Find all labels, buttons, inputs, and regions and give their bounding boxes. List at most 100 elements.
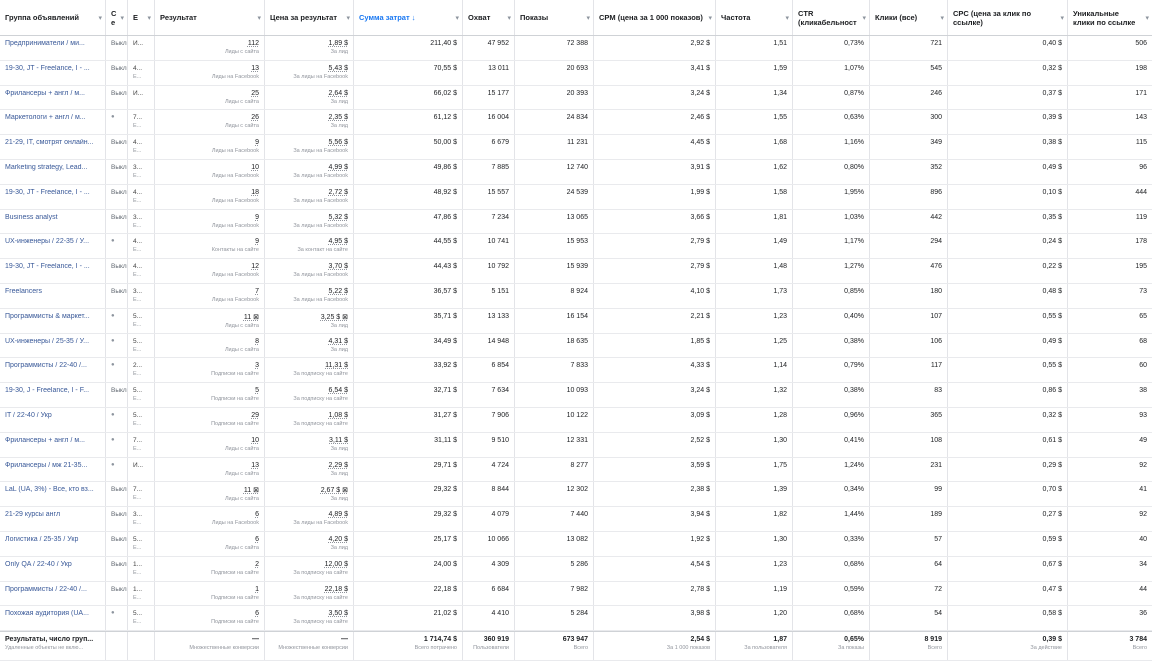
clicks-value: 246 — [930, 89, 942, 97]
spend-cell: 32,71 $ — [354, 383, 463, 407]
cost-per-result-label: За лид — [330, 123, 348, 130]
total-cpc-cell: 0,39 $ За действие — [948, 632, 1068, 661]
column-header-2[interactable]: С е ▾ — [106, 0, 128, 35]
budget-cell: 4... Е... — [128, 135, 155, 159]
chevron-down-icon[interactable]: ▾ — [120, 14, 124, 23]
cpc-cell: 0,70 $ — [948, 482, 1068, 507]
ad-set-name-link[interactable]: 19-30, J - Freelance, I - F... — [5, 387, 100, 394]
frequency-value: 1,32 — [773, 387, 787, 395]
chevron-down-icon[interactable]: ▾ — [455, 14, 459, 23]
ad-set-name-link[interactable]: UX-инженеры / 25-35 / У... — [5, 338, 100, 345]
ad-set-name-link[interactable]: Freelancers — [5, 288, 100, 295]
column-header-6[interactable]: Сумма затрат ↓ ▾ — [354, 0, 463, 35]
reach-cell: 13 011 — [463, 60, 515, 85]
spend-cell: 44,43 $ — [354, 259, 463, 283]
delivery-status: Выкл — [111, 163, 127, 171]
column-header-5[interactable]: Цена за результат ▾ — [265, 0, 354, 35]
ad-set-name-link[interactable]: Логистика / 25-35 / Укр — [5, 536, 100, 543]
ad-set-name-link[interactable]: 19-30, JT - Freelance, I - ... — [5, 263, 100, 270]
column-header-10[interactable]: Частота ▾ — [716, 0, 793, 35]
cost-per-result-cell: 2,72 $ За лиды на Facebook — [265, 184, 354, 209]
unique-clicks-value: 44 — [1139, 585, 1147, 593]
clicks-value: 300 — [930, 114, 942, 122]
cpc-value: 0,40 $ — [1042, 40, 1062, 47]
column-header-14[interactable]: Уникальные клики по ссылке ▾ — [1068, 0, 1152, 35]
ad-set-name-link[interactable]: Marketing strategy, Lead... — [5, 164, 100, 171]
result-label: Лиды с сайта — [224, 470, 259, 477]
ad-set-name-link[interactable]: Похожая аудитория (UA... — [5, 610, 100, 617]
ad-set-name-link[interactable]: Предприниматели / ми... — [5, 40, 100, 47]
ctr-value: 0,96% — [844, 411, 864, 419]
ad-set-name-link[interactable]: Маркетологи + англ / м... — [5, 114, 100, 121]
budget-line-1: 5... — [133, 535, 143, 543]
impressions-value: 12 331 — [566, 436, 588, 444]
ad-set-name-link[interactable]: 19-30, JT - Freelance, I - ... — [5, 65, 100, 72]
chevron-down-icon[interactable]: ▾ — [708, 14, 712, 23]
budget-line-2: Е... — [133, 272, 142, 279]
ad-set-name-link[interactable]: Программисты / 22-40 /... — [5, 362, 100, 369]
ad-set-name-link[interactable]: LaL (UA, 3%) - Все, кто вз... — [5, 486, 100, 493]
chevron-down-icon[interactable]: ▾ — [785, 14, 789, 23]
ad-set-name-link[interactable]: 21-29 курсы англ — [5, 511, 100, 518]
budget-line-2: Е... — [133, 222, 142, 229]
clicks-cell: 231 — [870, 457, 948, 482]
result-label: Подписки на сайте — [211, 371, 259, 378]
column-header-11[interactable]: CTR (кликабельност ▾ — [793, 0, 870, 35]
unique-clicks-cell: 92 — [1068, 458, 1152, 482]
cost-per-result-label: За подписку на сайте — [293, 569, 348, 576]
impressions-cell: 18 635 — [515, 333, 594, 358]
budget-value: 5... Е... — [133, 536, 149, 551]
delivery-status: ● — [111, 411, 115, 418]
column-header-8[interactable]: Показы ▾ — [515, 0, 594, 35]
total-unique-clicks-sub: Всего — [1132, 645, 1147, 652]
ad-set-name-link[interactable]: Only QA / 22-40 / Укр — [5, 561, 100, 568]
column-header-7[interactable]: Охват ▾ — [463, 0, 515, 35]
ad-set-name-cell: IT / 22-40 / Укр — [0, 407, 106, 432]
column-header-1[interactable]: Группа объявлений ▾ — [0, 0, 106, 35]
column-header-label: Результат — [160, 13, 197, 22]
ad-set-name-link[interactable]: Фрилансеры + англ / м... — [5, 437, 100, 444]
budget-line-1: 4... — [133, 139, 143, 147]
ad-set-name-link[interactable]: Фрилансеры / мж 21-35... — [5, 462, 100, 469]
ad-set-name-link[interactable]: Программисты / 22-40 /... — [5, 586, 100, 593]
budget-line-2: Е... — [133, 247, 142, 254]
result-value: 5 — [255, 387, 259, 395]
ad-set-name-link[interactable]: Программисты & маркет... — [5, 313, 100, 320]
column-header-3[interactable]: Е ▾ — [128, 0, 155, 35]
spend-cell: 33,92 $ — [354, 358, 463, 383]
chevron-down-icon[interactable]: ▾ — [147, 14, 151, 23]
cpc-value: 0,10 $ — [1042, 188, 1062, 196]
chevron-down-icon[interactable]: ▾ — [586, 14, 590, 23]
ad-set-name-link[interactable]: 19-30, JT - Freelance, I - ... — [5, 189, 100, 196]
column-header-9[interactable]: CPM (цена за 1 000 показов) ▾ — [594, 0, 716, 35]
cpm-value: 3,59 $ — [690, 461, 710, 469]
cpc-value: 0,37 $ — [1042, 89, 1062, 97]
column-header-4[interactable]: Результат ▾ — [155, 0, 265, 35]
cost-per-result-cell: 5,43 $ За лиды на Facebook — [265, 60, 354, 85]
chevron-down-icon[interactable]: ▾ — [862, 14, 866, 23]
chevron-down-icon[interactable]: ▾ — [257, 14, 261, 23]
table-row: IT / 22-40 / Укр ● 5... Е... 29 Подписки на с… — [0, 407, 1152, 433]
ad-set-name-link[interactable]: Business analyst — [5, 214, 100, 221]
chevron-down-icon[interactable]: ▾ — [98, 14, 102, 23]
ad-set-name-link[interactable]: 21-29, IT, смотрят онлайн... — [5, 139, 100, 146]
reach-value: 4 410 — [491, 610, 509, 618]
column-header-12[interactable]: Клики (все) ▾ — [870, 0, 948, 35]
ad-set-name-link[interactable]: IT / 22-40 / Укр — [5, 412, 100, 419]
column-header-label: Е — [133, 13, 139, 22]
cost-per-result-cell: 3,11 $ За лид — [265, 432, 354, 457]
result-value: 13 — [251, 64, 259, 72]
column-header-13[interactable]: CPC (цена за клик по ссылке) ▾ — [948, 0, 1068, 35]
frequency-cell: 1,55 — [716, 110, 793, 135]
result-cell: 10 Лиды на Facebook — [155, 159, 265, 184]
chevron-down-icon[interactable]: ▾ — [1145, 14, 1149, 23]
chevron-down-icon[interactable]: ▾ — [1060, 14, 1064, 23]
chevron-down-icon[interactable]: ▾ — [346, 14, 350, 23]
chevron-down-icon[interactable]: ▾ — [507, 14, 511, 23]
ad-set-name-link[interactable]: UX-инженеры / 22-35 / У... — [5, 238, 100, 245]
chevron-down-icon[interactable]: ▾ — [940, 14, 944, 23]
cpm-cell: 2,79 $ — [594, 234, 716, 259]
ad-set-name-link[interactable]: Фрилансеры + англ / м... — [5, 90, 100, 97]
cpm-value: 1,99 $ — [690, 188, 710, 196]
budget-line-1: 5... — [133, 387, 143, 395]
